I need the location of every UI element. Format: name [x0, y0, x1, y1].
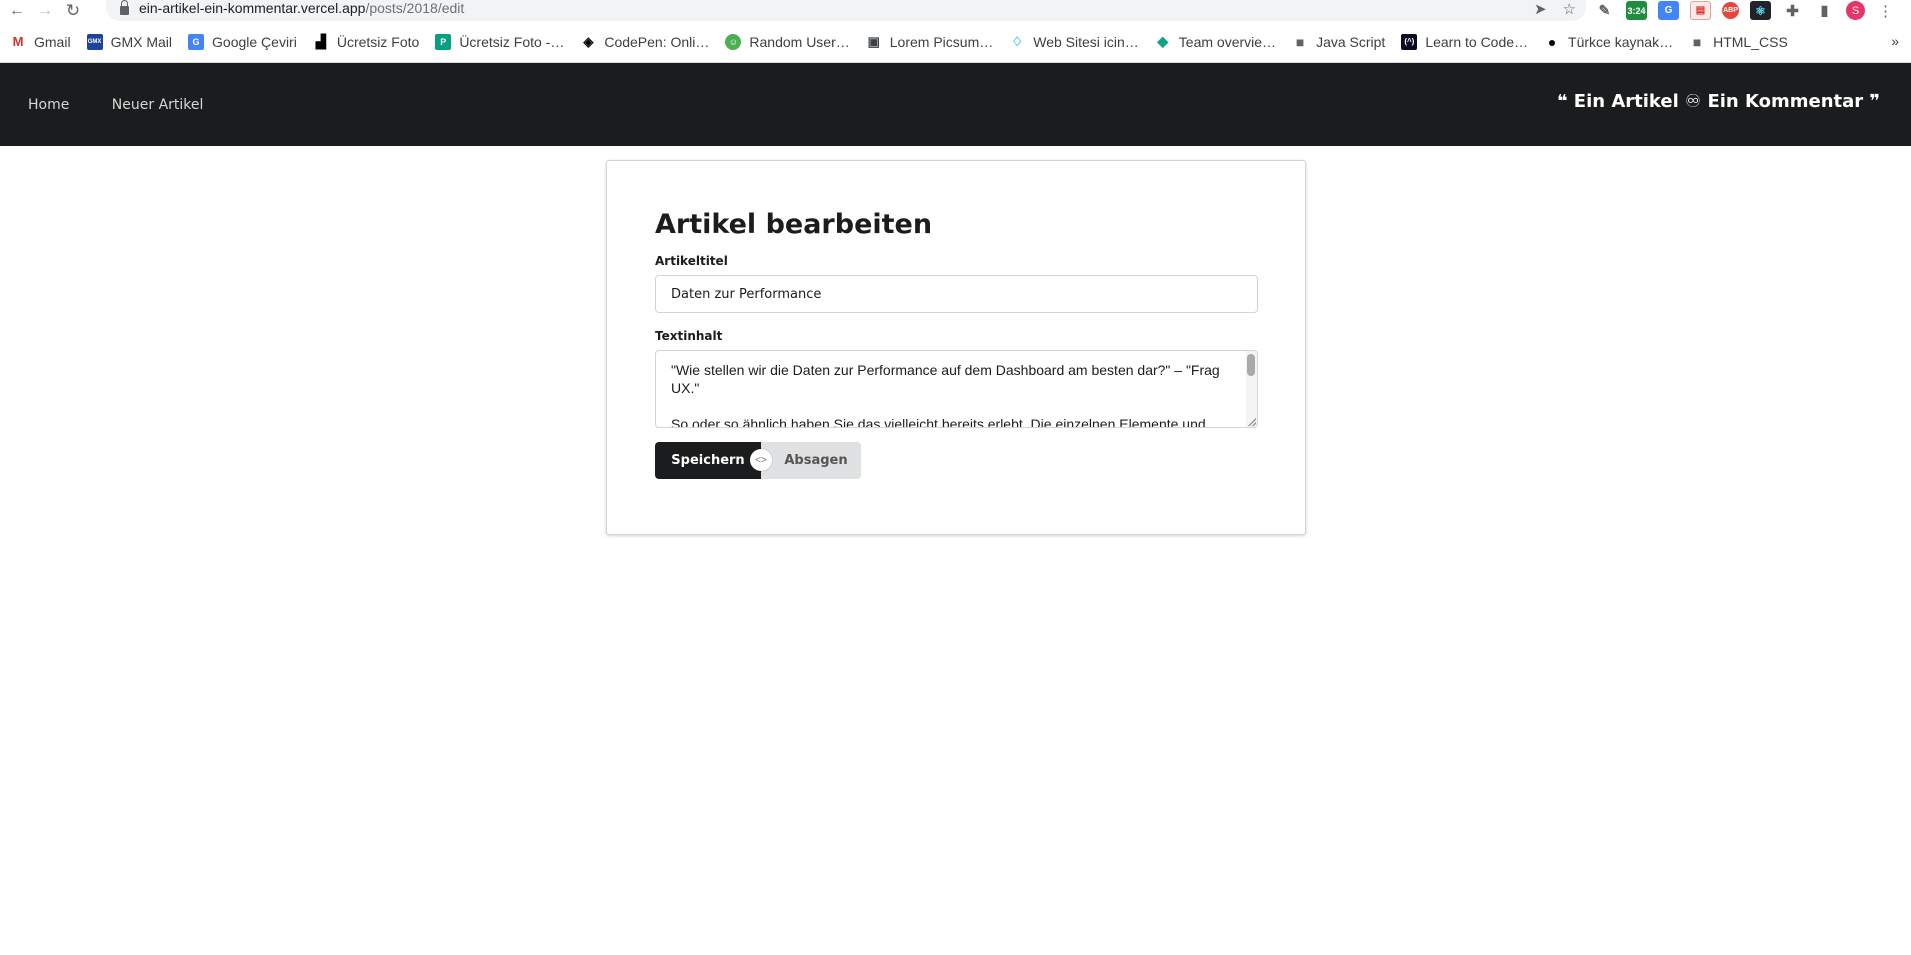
- bookmark-folder-java-script[interactable]: ■ Java Script: [1292, 34, 1385, 50]
- bookmark-gmx[interactable]: GMX GMX Mail: [86, 33, 173, 50]
- nav-home-link[interactable]: Home: [28, 97, 69, 113]
- team-icon: ◆: [1157, 33, 1169, 49]
- bookmark-label: Google Çeviri: [212, 33, 297, 50]
- unsplash-icon: ▟: [315, 33, 326, 49]
- send-icon[interactable]: ➤: [1534, 0, 1547, 18]
- bookmark-random-user[interactable]: ☺ Random User…: [725, 33, 850, 50]
- bookmark-label: Ücretsiz Foto: [336, 33, 420, 50]
- cancel-button[interactable]: Absagen: [761, 442, 861, 479]
- more-bookmarks-icon[interactable]: »: [1891, 33, 1899, 49]
- folder-icon: ■: [1692, 33, 1702, 50]
- page-title: Artikel bearbeiten: [655, 209, 933, 240]
- extensions-puzzle-icon[interactable]: ✚: [1782, 1, 1803, 20]
- nav-new-article-link[interactable]: Neuer Artikel: [112, 97, 204, 113]
- edit-article-card: Artikel bearbeiten Artikeltitel Daten zu…: [606, 160, 1306, 535]
- bookmark-unsplash[interactable]: ▟ Ücretsiz Foto: [313, 34, 419, 50]
- profile-avatar[interactable]: S: [1846, 1, 1865, 20]
- bookmark-turkce-kaynak[interactable]: ● Türkce kaynak…: [1544, 34, 1673, 50]
- button-divider-badge: <>: [750, 449, 772, 471]
- bookmark-label: Team overvie…: [1178, 33, 1277, 50]
- calendar-extension-icon[interactable]: 3:24: [1626, 1, 1647, 20]
- bookmark-label: Learn to Code…: [1425, 33, 1529, 50]
- scrollbar-thumb[interactable]: [1247, 354, 1255, 376]
- content-paragraph: So oder so ähnlich haben Sie das viellei…: [671, 416, 1206, 428]
- notes-extension-icon[interactable]: ▤: [1690, 1, 1711, 20]
- translate-extension-icon[interactable]: G: [1658, 1, 1679, 20]
- gmail-icon: M: [12, 34, 24, 49]
- site-header: Home Neuer Artikel ❝ Ein Artikel ♾ Ein K…: [0, 63, 1911, 146]
- url-host: ein-artikel-ein-kommentar.vercel.app: [139, 0, 366, 16]
- bookmark-label: Türkce kaynak…: [1568, 33, 1674, 50]
- eyedropper-icon[interactable]: ✎: [1594, 1, 1615, 20]
- site-brand[interactable]: ❝ Ein Artikel ♾ Ein Kommentar ❞: [1557, 91, 1880, 112]
- browser-toolbar: ← → ↻ ein-artikel-ein-kommentar.vercel.a…: [0, 0, 1911, 21]
- lock-icon: [120, 0, 129, 15]
- url-path: /posts/2018/edit: [365, 0, 465, 16]
- bookmark-label: Random User…: [749, 33, 850, 50]
- bookmarks-bar: M Gmail GMX GMX Mail G Google Çeviri ▟ Ücret…: [0, 21, 1911, 63]
- address-bar[interactable]: ein-artikel-ein-kommentar.vercel.app/pos…: [106, 0, 1586, 21]
- google-translate-icon: G: [188, 33, 205, 50]
- random-user-icon: ☺: [725, 33, 742, 50]
- bookmark-learn-to-code[interactable]: (^) Learn to Code…: [1401, 33, 1529, 50]
- adblock-icon[interactable]: ABP: [1722, 2, 1739, 19]
- bookmark-gmail[interactable]: M Gmail: [10, 34, 71, 50]
- content-paragraph: "Wie stellen wir die Daten zur Performan…: [671, 362, 1220, 396]
- codepen-icon: ◈: [583, 33, 594, 49]
- save-button[interactable]: Speichern: [655, 442, 761, 479]
- bookmark-google-translate[interactable]: G Google Çeviri: [188, 33, 297, 50]
- bookmark-label: Lorem Picsum…: [889, 33, 994, 50]
- content-field-label: Textinhalt: [655, 329, 723, 343]
- bookmark-label: Ücretsiz Foto -…: [459, 33, 565, 50]
- form-button-group: Speichern <> Absagen: [655, 442, 1257, 479]
- bookmark-label: HTML_CSS: [1713, 33, 1788, 50]
- bookmark-lorem-picsum[interactable]: ▣ Lorem Picsum…: [866, 33, 994, 50]
- resize-grip-icon[interactable]: [1248, 418, 1256, 426]
- content-textarea[interactable]: "Wie stellen wir die Daten zur Performan…: [655, 350, 1258, 428]
- bookmark-label: Java Script: [1316, 33, 1386, 50]
- bookmark-web-sitesi[interactable]: ♢ Web Sitesi icin…: [1009, 33, 1139, 50]
- textarea-scrollbar[interactable]: [1246, 351, 1257, 427]
- bookmark-star-icon[interactable]: ☆: [1563, 0, 1576, 18]
- back-arrow-icon[interactable]: ←: [6, 0, 28, 21]
- folder-icon: ■: [1295, 33, 1305, 50]
- gmx-icon: GMX: [86, 33, 103, 50]
- bookmark-codepen[interactable]: ◈ CodePen: Onli…: [580, 34, 709, 50]
- github-icon: ●: [1547, 33, 1557, 50]
- title-field-label: Artikeltitel: [655, 254, 728, 268]
- image-icon: ▣: [867, 33, 880, 49]
- bookmark-folder-html-css[interactable]: ■ HTML_CSS: [1689, 34, 1788, 50]
- main-nav: Home Neuer Artikel: [28, 96, 241, 114]
- diamond-icon: ♢: [1011, 33, 1024, 49]
- bookmark-team-overview[interactable]: ◆ Team overvie…: [1155, 33, 1277, 50]
- menu-kebab-icon[interactable]: ⋮: [1878, 2, 1893, 20]
- reload-icon[interactable]: ↻: [62, 0, 84, 21]
- freecodecamp-icon: (^): [1401, 33, 1418, 50]
- bookmark-label: CodePen: Onli…: [604, 33, 710, 50]
- side-panel-icon[interactable]: ▮: [1814, 1, 1835, 20]
- pexels-icon: P: [435, 33, 452, 50]
- react-devtools-icon[interactable]: ⚛: [1750, 1, 1771, 20]
- title-input[interactable]: Daten zur Performance: [655, 275, 1258, 313]
- bookmark-label: Gmail: [34, 33, 71, 50]
- bookmark-label: Web Sitesi icin…: [1033, 33, 1139, 50]
- forward-arrow-icon[interactable]: →: [34, 0, 56, 21]
- bookmark-label: GMX Mail: [110, 33, 173, 50]
- bookmark-pexels[interactable]: P Ücretsiz Foto -…: [435, 33, 565, 50]
